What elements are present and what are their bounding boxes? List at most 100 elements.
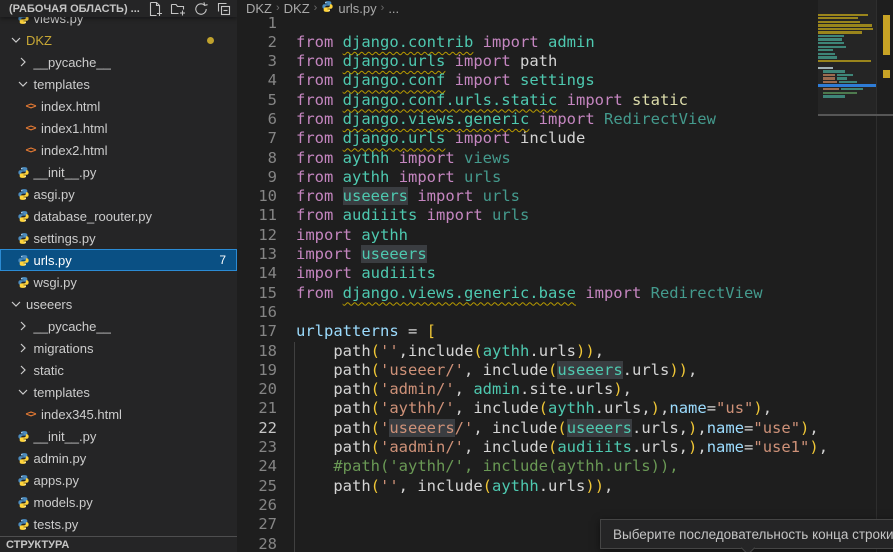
code-line-25[interactable]: 25 path('', include(aythh.urls)), bbox=[237, 477, 817, 496]
line-number[interactable]: 22 bbox=[237, 419, 277, 438]
line-number[interactable]: 16 bbox=[237, 303, 277, 322]
code-line-14[interactable]: 14import audiiits bbox=[237, 264, 817, 283]
line-number[interactable]: 1 bbox=[237, 14, 277, 33]
tree-item-index345-html[interactable]: <>index345.html bbox=[0, 403, 237, 425]
code-line-text: path('useeer/', include(useeers.urls)), bbox=[277, 361, 697, 380]
breadcrumb-item-dkz[interactable]: DKZ bbox=[246, 1, 272, 16]
tree-item-settings-py[interactable]: settings.py bbox=[0, 227, 237, 249]
breadcrumb-item-[interactable]: ... bbox=[388, 1, 399, 16]
code-line-11[interactable]: 11from audiiits import urls bbox=[237, 206, 817, 225]
line-number[interactable]: 8 bbox=[237, 149, 277, 168]
breadcrumb-item-dkz[interactable]: DKZ bbox=[284, 1, 310, 16]
code-line-7[interactable]: 7from django.urls import include bbox=[237, 129, 817, 148]
line-number[interactable]: 15 bbox=[237, 284, 277, 303]
tree-item-urls-py[interactable]: urls.py7 bbox=[0, 249, 237, 271]
tree-item-tests-py[interactable]: tests.py bbox=[0, 513, 237, 535]
minimap-line bbox=[818, 21, 860, 23]
tree-item-index-html[interactable]: <>index.html bbox=[0, 95, 237, 117]
line-number[interactable]: 6 bbox=[237, 110, 277, 129]
python-icon bbox=[15, 210, 32, 223]
minimap[interactable] bbox=[818, 0, 876, 552]
tree-item-apps-py[interactable]: apps.py bbox=[0, 469, 237, 491]
code-line-12[interactable]: 12import aythh bbox=[237, 226, 817, 245]
code-line-17[interactable]: 17urlpatterns = [ bbox=[237, 322, 817, 341]
code-line-13[interactable]: 13import useeers bbox=[237, 245, 817, 264]
tree-item-pycache[interactable]: __pycache__ bbox=[0, 51, 237, 73]
code-line-21[interactable]: 21 path('aythh/', include(aythh.urls,),n… bbox=[237, 399, 817, 418]
line-number[interactable]: 27 bbox=[237, 515, 277, 534]
code-line-24[interactable]: 24 #path('aythh/', include(aythh.urls)), bbox=[237, 457, 817, 476]
code-line-16[interactable]: 16 bbox=[237, 303, 817, 322]
tree-item-useeers[interactable]: useeers bbox=[0, 293, 237, 315]
tree-item-init-py[interactable]: __init__.py bbox=[0, 161, 237, 183]
new-file-icon[interactable] bbox=[147, 1, 163, 17]
code-line-9[interactable]: 9from aythh import urls bbox=[237, 168, 817, 187]
code-line-4[interactable]: 4from django.conf import settings bbox=[237, 71, 817, 90]
collapse-all-icon[interactable] bbox=[216, 1, 232, 17]
code-line-3[interactable]: 3from django.urls import path bbox=[237, 52, 817, 71]
line-number[interactable]: 17 bbox=[237, 322, 277, 341]
code-area[interactable]: 12from django.contrib import admin3from … bbox=[237, 14, 817, 552]
code-line-2[interactable]: 2from django.contrib import admin bbox=[237, 33, 817, 52]
tree-item-admin-py[interactable]: admin.py bbox=[0, 447, 237, 469]
line-number[interactable]: 18 bbox=[237, 342, 277, 361]
line-number[interactable]: 26 bbox=[237, 496, 277, 515]
line-number[interactable]: 25 bbox=[237, 477, 277, 496]
line-number[interactable]: 5 bbox=[237, 91, 277, 110]
line-number[interactable]: 10 bbox=[237, 187, 277, 206]
tree-item-dkz[interactable]: DKZ bbox=[0, 29, 237, 51]
code-line-26[interactable]: 26 bbox=[237, 496, 817, 515]
tree-item-database-roouter-py[interactable]: database_roouter.py bbox=[0, 205, 237, 227]
line-number[interactable]: 23 bbox=[237, 438, 277, 457]
code-line-18[interactable]: 18 path('',include(aythh.urls)), bbox=[237, 342, 817, 361]
new-folder-icon[interactable] bbox=[170, 1, 186, 17]
line-number[interactable]: 9 bbox=[237, 168, 277, 187]
code-line-1[interactable]: 1 bbox=[237, 14, 817, 33]
line-number[interactable]: 2 bbox=[237, 33, 277, 52]
python-icon bbox=[15, 166, 32, 179]
code-line-19[interactable]: 19 path('useeer/', include(useeers.urls)… bbox=[237, 361, 817, 380]
tree-item-index1-html[interactable]: <>index1.html bbox=[0, 117, 237, 139]
code-line-5[interactable]: 5from django.conf.urls.static import sta… bbox=[237, 91, 817, 110]
line-number[interactable]: 14 bbox=[237, 264, 277, 283]
line-number[interactable]: 7 bbox=[237, 129, 277, 148]
code-line-23[interactable]: 23 path('aadmin/', include(audiiits.urls… bbox=[237, 438, 817, 457]
line-number[interactable]: 20 bbox=[237, 380, 277, 399]
tree-item-templates[interactable]: templates bbox=[0, 73, 237, 95]
tree-item-init-py[interactable]: __init__.py bbox=[0, 425, 237, 447]
line-number[interactable]: 19 bbox=[237, 361, 277, 380]
line-number[interactable]: 13 bbox=[237, 245, 277, 264]
line-number[interactable]: 12 bbox=[237, 226, 277, 245]
line-number[interactable]: 4 bbox=[237, 71, 277, 90]
line-number[interactable]: 3 bbox=[237, 52, 277, 71]
code-line-text: from django.urls import path bbox=[277, 52, 557, 71]
tree-item-models-py[interactable]: models.py bbox=[0, 491, 237, 513]
minimap-line bbox=[823, 88, 839, 90]
breadcrumb-item-urls-py[interactable]: urls.py bbox=[321, 0, 376, 16]
tree-item-static[interactable]: static bbox=[0, 359, 237, 381]
refresh-icon[interactable] bbox=[193, 1, 209, 17]
overview-ruler-scrollbar[interactable] bbox=[876, 0, 893, 552]
tree-item-asgi-py[interactable]: asgi.py bbox=[0, 183, 237, 205]
tree-item-pycache[interactable]: __pycache__ bbox=[0, 315, 237, 337]
tree-item-templates[interactable]: templates bbox=[0, 381, 237, 403]
code-line-15[interactable]: 15from django.views.generic.base import … bbox=[237, 284, 817, 303]
code-line-10[interactable]: 10from useeers import urls bbox=[237, 187, 817, 206]
outline-section-header[interactable]: СТРУКТУРА bbox=[0, 536, 237, 552]
code-line-22[interactable]: 22 path('useeers/', include(useeers.urls… bbox=[237, 419, 817, 438]
breadcrumb-separator: › bbox=[381, 2, 385, 14]
tree-item-migrations[interactable]: migrations bbox=[0, 337, 237, 359]
line-number[interactable]: 24 bbox=[237, 457, 277, 476]
minimap-line bbox=[823, 81, 837, 83]
code-line-8[interactable]: 8from aythh import views bbox=[237, 149, 817, 168]
line-number[interactable]: 11 bbox=[237, 206, 277, 225]
code-line-6[interactable]: 6from django.views.generic import Redire… bbox=[237, 110, 817, 129]
tree-item-index2-html[interactable]: <>index2.html bbox=[0, 139, 237, 161]
html-file-icon: <> bbox=[22, 123, 39, 134]
tree-item-label: index.html bbox=[41, 99, 100, 114]
line-number[interactable]: 21 bbox=[237, 399, 277, 418]
code-line-20[interactable]: 20 path('admin/', admin.site.urls), bbox=[237, 380, 817, 399]
line-number[interactable]: 28 bbox=[237, 535, 277, 552]
tree-item-wsgi-py[interactable]: wsgi.py bbox=[0, 271, 237, 293]
vscode-window: (РАБОЧАЯ ОБЛАСТЬ) ... views.pyDKZ__pycac… bbox=[0, 0, 893, 552]
